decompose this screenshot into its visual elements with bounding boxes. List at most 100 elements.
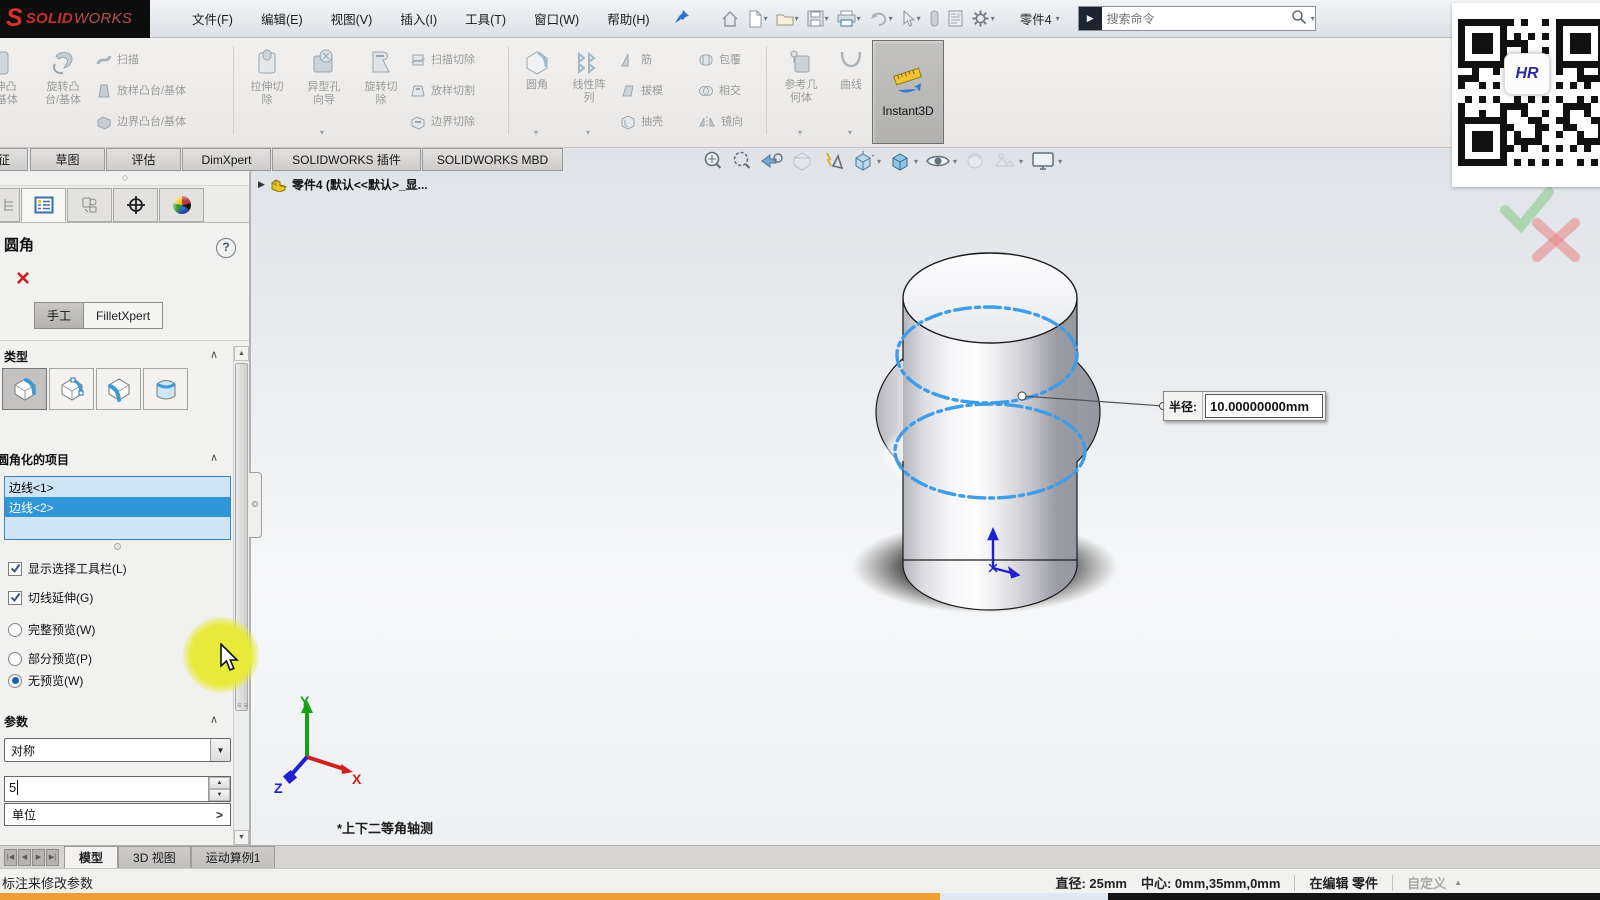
menu-tools[interactable]: 工具(T) <box>455 5 516 32</box>
boundary-cut-button[interactable]: 边界切除 <box>410 110 475 134</box>
face-fillet-button[interactable] <box>96 368 141 410</box>
3d-views-tab[interactable]: 3D 视图 <box>118 846 191 868</box>
mirror-button[interactable]: 镜向 <box>698 110 743 134</box>
zoom-fit-icon[interactable] <box>702 150 724 172</box>
extrude-boss-button[interactable]: 拉伸凸 台/基体 <box>0 42 30 142</box>
print-icon[interactable]: ▾ <box>834 6 864 32</box>
caret-down-icon[interactable]: ▾ <box>991 14 995 23</box>
full-round-fillet-button[interactable] <box>143 368 188 410</box>
no-preview-row[interactable]: 无预览(W) <box>8 672 83 689</box>
motion-study-tab[interactable]: 运动算例1 <box>191 846 276 868</box>
curves-button[interactable]: 曲线 ▾ <box>830 42 872 142</box>
checkbox-checked-icon[interactable] <box>8 591 22 605</box>
filletxpert-mode-button[interactable]: FilletXpert <box>84 303 162 328</box>
menu-help[interactable]: 帮助(H) <box>597 5 659 32</box>
menu-file[interactable]: 文件(F) <box>182 5 243 32</box>
caret-down-icon[interactable]: ▾ <box>914 157 918 166</box>
fillet-button[interactable]: 圆角 ▾ <box>512 42 562 142</box>
custom-dropdown[interactable]: 自定义▲ <box>1407 873 1462 892</box>
units-flyout[interactable]: 单位 > <box>4 803 231 826</box>
caret-down-icon[interactable]: ▾ <box>586 128 590 137</box>
tab-evaluate[interactable]: 评估 <box>106 148 181 171</box>
open-document-icon[interactable]: ▾ <box>773 6 802 32</box>
caret-down-icon[interactable]: ▾ <box>320 128 324 137</box>
menu-edit[interactable]: 编辑(E) <box>251 5 313 32</box>
caret-down-icon[interactable]: ▾ <box>798 128 802 137</box>
nav-last-icon[interactable]: ▶| <box>46 849 59 866</box>
model-tab[interactable]: 模型 <box>64 846 118 868</box>
display-style-icon[interactable]: ▾ <box>888 150 918 172</box>
expand-arrow-icon[interactable]: ▶ <box>258 179 265 190</box>
tangent-propagation-row[interactable]: 切线延伸(G) <box>8 589 93 606</box>
edit-appearance-icon[interactable] <box>964 150 986 172</box>
variable-size-fillet-button[interactable] <box>49 368 94 410</box>
parameters-section-header[interactable]: 参数 <box>4 713 28 730</box>
previous-view-icon[interactable] <box>760 150 784 172</box>
radio-selected-icon[interactable] <box>8 674 22 688</box>
caret-down-icon[interactable]: ▾ <box>953 157 957 166</box>
rebuild-icon[interactable] <box>926 6 943 32</box>
edges-to-fillet-list[interactable]: 边线<1> 边线<2> <box>4 476 231 540</box>
new-document-icon[interactable]: ▾ <box>744 6 771 32</box>
radio-icon[interactable] <box>8 623 22 637</box>
help-icon[interactable]: ? <box>216 238 236 258</box>
list-resize-grip[interactable] <box>114 543 121 550</box>
display-manager-tab[interactable] <box>159 188 204 222</box>
caret-down-icon[interactable]: ▾ <box>848 128 852 137</box>
scroll-down-icon[interactable]: ▼ <box>234 830 249 845</box>
sweep-cut-button[interactable]: 扫描切除 <box>410 48 475 72</box>
constant-size-fillet-button[interactable] <box>2 368 47 410</box>
shell-button[interactable]: 抽壳 <box>620 110 663 134</box>
tab-features[interactable]: 特征 <box>0 148 28 171</box>
hole-wizard-button[interactable]: 异型孔 向导 ▾ <box>294 42 354 142</box>
chevron-up-icon[interactable]: ∧ <box>210 348 218 361</box>
linear-pattern-button[interactable]: 线性阵 列 ▾ <box>562 42 616 142</box>
draft-button[interactable]: 拔模 <box>620 79 663 103</box>
caret-down-icon[interactable]: ▾ <box>1058 157 1062 166</box>
spin-up-icon[interactable]: ▲ <box>209 777 230 789</box>
full-preview-row[interactable]: 完整预览(W) <box>8 621 95 638</box>
tab-sw-addins[interactable]: SOLIDWORKS 插件 <box>272 148 421 171</box>
apply-scene-icon[interactable]: ▾ <box>993 150 1023 172</box>
wrap-button[interactable]: 包覆 <box>698 48 741 72</box>
loft-cut-button[interactable]: 放样切割 <box>410 79 475 103</box>
pin-menu-icon[interactable] <box>674 9 690 28</box>
nav-first-icon[interactable]: |◀ <box>4 849 17 866</box>
feature-tree-tab[interactable] <box>0 188 20 222</box>
checkbox-checked-icon[interactable] <box>8 562 22 576</box>
confirm-cancel-x-icon[interactable] <box>1537 223 1575 257</box>
rib-button[interactable]: 筋 <box>620 48 652 72</box>
save-icon[interactable]: ▾ <box>804 6 832 32</box>
view-settings-icon[interactable]: ▾ <box>1030 150 1062 172</box>
radius-spinner[interactable]: 5 ▲ ▼ <box>4 776 231 802</box>
caret-down-icon[interactable]: ▾ <box>534 128 538 137</box>
chevron-up-icon[interactable]: ∧ <box>210 713 218 726</box>
caret-down-icon[interactable]: ▾ <box>889 14 893 23</box>
property-manager-tab[interactable] <box>21 188 66 222</box>
dimxpert-manager-tab[interactable] <box>113 188 158 222</box>
configuration-manager-tab[interactable] <box>67 188 112 222</box>
menu-window[interactable]: 窗口(W) <box>524 5 589 32</box>
menu-view[interactable]: 视图(V) <box>321 5 383 32</box>
spin-down-icon[interactable]: ▼ <box>209 789 230 801</box>
reference-geometry-button[interactable]: 参考几 何体 ▾ <box>772 42 830 142</box>
revolve-boss-button[interactable]: 旋转凸 台/基体 <box>32 42 94 142</box>
nav-next-icon[interactable]: ▶ <box>32 849 45 866</box>
panel-scrollbar[interactable]: ▲ ≡ ≡ ▼ <box>233 346 249 845</box>
caret-down-icon[interactable]: ▾ <box>857 14 861 23</box>
type-section-header[interactable]: 类型 <box>4 348 28 365</box>
menu-insert[interactable]: 插入(I) <box>390 5 447 32</box>
caret-down-icon[interactable]: ▾ <box>1019 157 1023 166</box>
search-scope-icon[interactable]: ▶ <box>1079 7 1102 30</box>
search-icon[interactable] <box>1291 9 1307 28</box>
extrude-cut-button[interactable]: 拉伸切 除 <box>238 42 296 142</box>
show-selection-toolbar-row[interactable]: 显示选择工具栏(L) <box>8 560 127 577</box>
caret-down-icon[interactable]: ▾ <box>795 14 799 23</box>
chevron-up-icon[interactable]: ∧ <box>210 451 218 464</box>
loft-button[interactable]: 放样凸台/基体 <box>96 79 186 103</box>
caret-down-icon[interactable]: ▾ <box>764 14 768 23</box>
search-input[interactable] <box>1102 12 1291 26</box>
radio-icon[interactable] <box>8 652 22 666</box>
dynamic-annotation-icon[interactable] <box>820 150 844 172</box>
tab-sketch[interactable]: 草图 <box>30 148 105 171</box>
